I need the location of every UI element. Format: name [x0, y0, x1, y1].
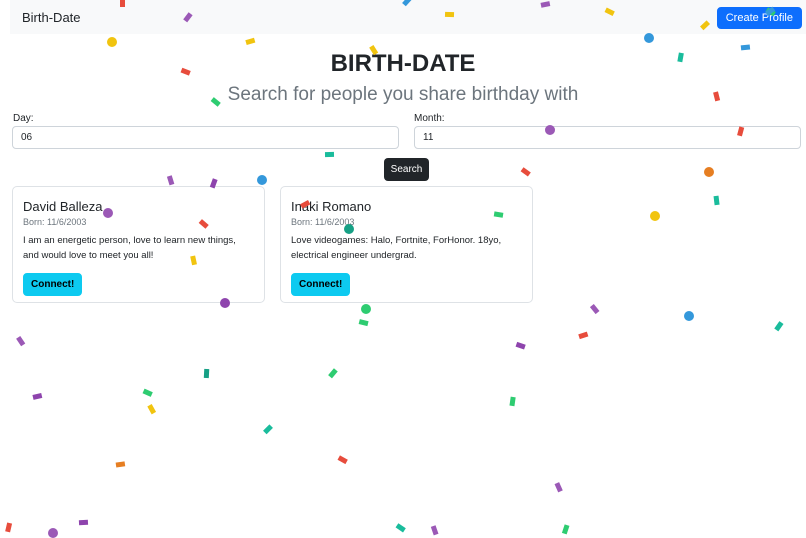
page-title: BIRTH-DATE	[330, 50, 476, 77]
confetti-piece	[48, 528, 58, 538]
confetti-piece	[328, 368, 338, 379]
brand-link[interactable]: Birth-Date	[22, 10, 81, 25]
confetti-piece	[166, 175, 175, 186]
confetti-piece	[644, 33, 654, 43]
confetti-piece	[358, 319, 369, 327]
confetti-piece	[147, 404, 157, 415]
confetti-piece	[16, 336, 26, 347]
profile-name: David Balleza	[23, 199, 103, 214]
confetti-piece	[554, 482, 563, 493]
search-button[interactable]: Search	[384, 158, 429, 181]
month-input[interactable]	[414, 126, 801, 149]
confetti-piece	[32, 392, 43, 400]
day-input[interactable]	[12, 126, 399, 149]
page-subtitle: Search for people you share birthday wit…	[227, 84, 579, 105]
confetti-piece	[713, 195, 720, 206]
confetti-piece	[395, 523, 406, 533]
confetti-piece	[257, 175, 267, 185]
profile-bio: Love videogames: Halo, Fortnite, ForHono…	[291, 235, 502, 261]
navbar: Birth-Date Create Profile	[10, 0, 806, 34]
day-label: Day:	[13, 113, 34, 124]
confetti-piece	[578, 331, 589, 340]
confetti-piece	[245, 37, 256, 46]
confetti-piece	[263, 424, 273, 435]
create-profile-button[interactable]: Create Profile	[716, 7, 802, 29]
month-label: Month:	[414, 113, 445, 124]
connect-button[interactable]: Connect!	[291, 273, 351, 296]
confetti-piece	[115, 461, 126, 468]
confetti-piece	[650, 211, 660, 221]
confetti-piece	[589, 304, 600, 315]
confetti-piece	[520, 167, 531, 177]
confetti-piece	[561, 524, 570, 535]
profile-card: David Balleza Born: 11/6/2003 I am an en…	[12, 186, 265, 303]
confetti-piece	[324, 151, 335, 158]
confetti-piece	[509, 396, 516, 407]
confetti-piece	[361, 304, 371, 314]
confetti-piece	[515, 341, 526, 350]
confetti-piece	[704, 167, 714, 177]
confetti-piece	[203, 368, 210, 379]
profile-card: Inaki Romano Born: 11/6/2003 Love videog…	[280, 186, 533, 303]
confetti-piece	[337, 455, 348, 465]
connect-button[interactable]: Connect!	[23, 273, 83, 296]
confetti-piece	[78, 519, 89, 526]
profile-name: Inaki Romano	[291, 199, 372, 214]
confetti-piece	[5, 522, 13, 533]
confetti-piece	[684, 311, 694, 321]
profile-birthdate: Born: 11/6/2003	[291, 217, 355, 227]
profile-birthdate: Born: 11/6/2003	[23, 217, 87, 227]
profile-bio: I am an energetic person, love to learn …	[23, 235, 236, 261]
confetti-piece	[142, 388, 153, 397]
confetti-piece	[107, 37, 117, 47]
confetti-piece	[430, 525, 439, 536]
confetti-piece	[774, 321, 784, 332]
